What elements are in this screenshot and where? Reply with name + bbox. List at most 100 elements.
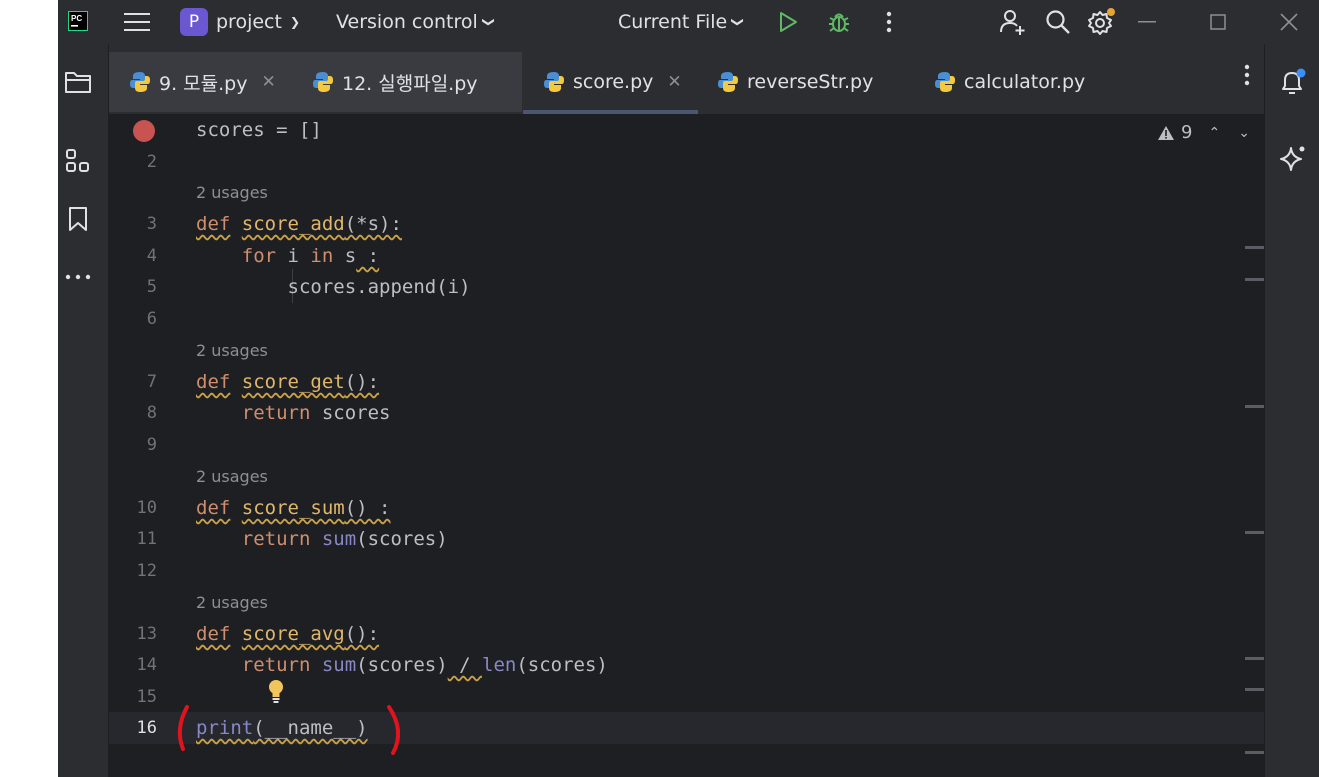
line-number: 11 bbox=[136, 529, 157, 549]
minimize-icon bbox=[1138, 21, 1156, 23]
chevron-down-icon: ❯ bbox=[481, 16, 496, 28]
error-stripe-mark[interactable] bbox=[1245, 531, 1264, 534]
python-file-icon bbox=[935, 72, 955, 92]
code-line-7: def score_get(): bbox=[196, 371, 380, 393]
previous-highlight-icon[interactable]: ⌃ bbox=[1208, 125, 1220, 141]
breakpoint-icon[interactable] bbox=[133, 120, 155, 142]
notifications-button[interactable] bbox=[1277, 68, 1307, 102]
pycharm-logo-icon[interactable]: PC bbox=[67, 10, 89, 32]
error-stripe-mark[interactable] bbox=[1245, 751, 1264, 754]
run-button[interactable] bbox=[771, 0, 805, 44]
debug-button[interactable] bbox=[822, 0, 856, 44]
project-tool-button[interactable] bbox=[58, 70, 98, 94]
run-configuration-label: Current File bbox=[618, 11, 728, 33]
close-tab-icon[interactable]: ✕ bbox=[261, 72, 275, 92]
usages-hint[interactable]: 2 usages bbox=[196, 182, 268, 204]
error-stripe-mark[interactable] bbox=[1245, 246, 1264, 249]
line-number: 15 bbox=[136, 687, 157, 707]
line-number: 10 bbox=[136, 498, 157, 518]
more-horizontal-icon bbox=[65, 274, 91, 280]
chevron-down-icon: ❯ bbox=[289, 15, 301, 29]
line-number: 5 bbox=[146, 277, 157, 297]
line-number: 9 bbox=[146, 435, 157, 455]
code-line-13: def score_avg(): bbox=[196, 623, 380, 645]
run-icon bbox=[780, 12, 797, 32]
usages-hint[interactable]: 2 usages bbox=[196, 466, 268, 488]
version-control-label: Version control bbox=[336, 11, 478, 33]
hamburger-menu-icon bbox=[124, 13, 150, 31]
more-tool-windows-button[interactable] bbox=[58, 274, 98, 280]
line-number: 13 bbox=[136, 624, 157, 644]
line-number: 8 bbox=[146, 403, 157, 423]
usages-hint[interactable]: 2 usages bbox=[196, 592, 268, 614]
close-icon bbox=[1280, 13, 1298, 31]
right-tool-window-bar bbox=[1264, 44, 1319, 777]
version-control-menu[interactable]: Version control ❯ bbox=[336, 0, 496, 44]
main-menu-button[interactable] bbox=[124, 0, 150, 44]
tab-label: 12. 실행파일.py bbox=[342, 72, 478, 95]
maximize-icon bbox=[1210, 14, 1226, 30]
project-name: project bbox=[216, 11, 282, 33]
code-line-10: def score_sum() : bbox=[196, 497, 391, 519]
more-vertical-icon bbox=[1244, 64, 1250, 86]
close-window-button[interactable] bbox=[1272, 0, 1306, 44]
tab-reversestr-py[interactable]: reverseStr.py bbox=[717, 52, 917, 112]
warning-icon bbox=[1158, 125, 1174, 140]
close-tab-icon[interactable]: ✕ bbox=[667, 72, 681, 92]
run-configuration-selector[interactable]: Current File ❯ bbox=[618, 0, 746, 44]
project-selector[interactable]: P project ❯ bbox=[180, 0, 300, 44]
structure-icon bbox=[66, 149, 89, 172]
error-stripe-mark[interactable] bbox=[1245, 688, 1264, 691]
error-stripe-mark[interactable] bbox=[1245, 657, 1264, 660]
code-line-14: return sum(scores) / len(scores) bbox=[241, 654, 608, 676]
tab-label: score.py bbox=[573, 71, 654, 93]
python-file-icon bbox=[718, 72, 738, 92]
tab-calculator-py[interactable]: calculator.py bbox=[934, 52, 1134, 112]
maximize-button[interactable] bbox=[1201, 0, 1235, 44]
code-line-3: def score_add(*s): bbox=[196, 213, 402, 235]
code-with-me-button[interactable] bbox=[996, 0, 1030, 44]
code-editor[interactable]: 2 3 4 5 6 7 8 9 10 11 12 13 14 15 16 9 ⌃… bbox=[109, 115, 1264, 777]
sparkle-icon bbox=[1280, 146, 1305, 171]
folder-icon bbox=[65, 72, 91, 93]
python-file-icon bbox=[130, 72, 150, 92]
warning-count: 9 bbox=[1181, 122, 1193, 143]
line-number: 16 bbox=[136, 718, 157, 738]
settings-button[interactable] bbox=[1084, 0, 1118, 44]
code-line-8: return scores bbox=[241, 402, 391, 424]
tab-executable-file[interactable]: 12. 실행파일.py bbox=[294, 52, 522, 112]
ai-assistant-button[interactable] bbox=[1279, 144, 1307, 176]
bookmarks-tool-button[interactable] bbox=[58, 206, 98, 232]
more-tabs-button[interactable] bbox=[1244, 64, 1250, 90]
project-badge: P bbox=[180, 8, 208, 36]
structure-tool-button[interactable] bbox=[58, 148, 98, 174]
tab-label: calculator.py bbox=[964, 71, 1086, 93]
chevron-down-icon: ❯ bbox=[731, 16, 746, 28]
debug-icon bbox=[829, 13, 849, 32]
code-line-11: return sum(scores) bbox=[241, 528, 448, 550]
tab-module[interactable]: 9. 모듈.py ✕ bbox=[109, 52, 294, 112]
search-button[interactable] bbox=[1041, 0, 1075, 44]
lightbulb-icon bbox=[269, 680, 283, 703]
python-file-icon bbox=[544, 72, 564, 92]
bookmark-icon bbox=[69, 207, 87, 231]
inspection-widget[interactable]: 9 ⌃ ⌄ bbox=[1157, 122, 1250, 143]
tab-score-py[interactable]: score.py ✕ bbox=[523, 52, 698, 114]
svg-text:PC: PC bbox=[71, 14, 82, 23]
code-line-4: for i in s : bbox=[241, 245, 380, 267]
left-tool-window-bar bbox=[58, 44, 109, 777]
red-annotation-marks bbox=[177, 705, 401, 755]
pycharm-window: PC P project ❯ Version control ❯ Current… bbox=[58, 0, 1319, 777]
code-line-1: scores = [] bbox=[196, 119, 322, 141]
python-file-icon bbox=[313, 72, 333, 92]
search-icon bbox=[1046, 10, 1070, 34]
error-stripe-mark[interactable] bbox=[1245, 405, 1264, 408]
usages-hint[interactable]: 2 usages bbox=[196, 340, 268, 362]
bell-icon bbox=[1282, 68, 1306, 94]
code-line-5: scores.append(i) bbox=[287, 276, 471, 298]
next-highlight-icon[interactable]: ⌄ bbox=[1238, 125, 1250, 141]
more-actions-button[interactable] bbox=[872, 0, 906, 44]
line-number: 12 bbox=[136, 561, 157, 581]
minimize-button[interactable] bbox=[1130, 0, 1164, 44]
error-stripe-mark[interactable] bbox=[1245, 278, 1264, 281]
